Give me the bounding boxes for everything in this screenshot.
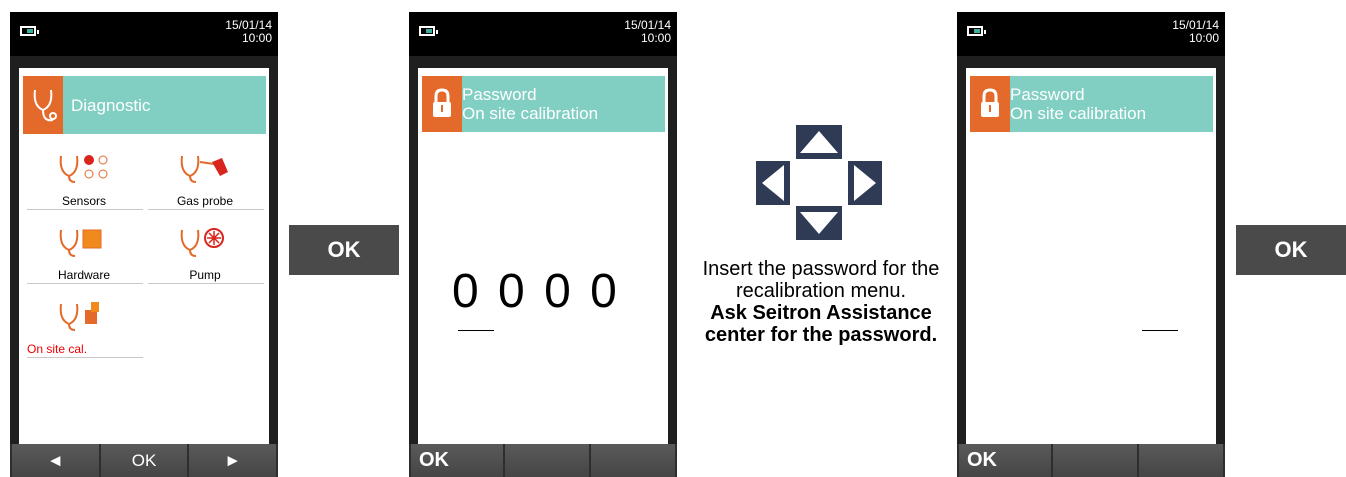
time-text: 10:00 [1188, 31, 1219, 45]
page-title: Password [1010, 85, 1085, 104]
status-bar: 15/01/14 10:00 [10, 12, 278, 56]
page-title: Password [462, 85, 537, 104]
menu-item-label: On site cal. [27, 342, 88, 356]
battery-icon [967, 26, 986, 36]
navigation-arrows [756, 125, 882, 240]
divider [27, 357, 143, 358]
screen: Password On site calibration 0 0 0 0 [418, 68, 668, 444]
device-password-empty: 15/01/14 10:00 Password On site calibrat… [957, 12, 1225, 477]
instruction-text: Insert the password for the recalibratio… [695, 258, 947, 346]
divider [27, 209, 143, 210]
softkey-empty[interactable] [505, 444, 589, 477]
lock-icon [422, 76, 462, 132]
divider [148, 283, 264, 284]
time-text: 10:00 [640, 31, 671, 45]
battery-icon [419, 26, 438, 36]
page-title: Diagnostic [71, 96, 151, 115]
softkey-bar: OK [409, 444, 677, 477]
ok-button[interactable]: OK [289, 225, 399, 275]
datetime: 15/01/14 10:00 [225, 19, 272, 45]
status-bar: 15/01/14 10:00 [957, 12, 1225, 56]
datetime: 15/01/14 10:00 [1172, 19, 1219, 45]
menu-header: Password On site calibration [422, 76, 665, 132]
datetime: 15/01/14 10:00 [624, 19, 671, 45]
menu-item-gas-probe[interactable]: Gas probe [146, 152, 264, 210]
password-digits[interactable]: 0 0 0 0 [452, 264, 620, 319]
hardware-icon [59, 229, 102, 257]
gas-probe-icon [180, 155, 228, 183]
menu-item-label: Hardware [57, 268, 111, 282]
digit-cursor [458, 330, 494, 331]
divider [148, 209, 264, 210]
menu-item-hardware[interactable]: Hardware [25, 226, 143, 284]
status-bar: 15/01/14 10:00 [409, 12, 677, 56]
arrow-down-icon [796, 206, 842, 240]
menu-item-sensors[interactable]: Sensors [25, 152, 143, 210]
softkey-empty[interactable] [1053, 444, 1137, 477]
instruction-bold: Ask Seitron Assistance center for the pa… [704, 302, 938, 346]
instruction-line: Insert the password for the recalibratio… [702, 258, 940, 302]
device-diagnostic: 15/01/14 10:00 Diagnostic Sensors Gas pr… [10, 12, 278, 477]
softkey-bar: ◄ OK ► [10, 444, 278, 477]
softkey-ok[interactable]: OK [959, 444, 1051, 477]
arrow-right-icon [848, 161, 882, 205]
menu-item-pump[interactable]: Pump [146, 226, 264, 284]
softkey-bar: OK [957, 444, 1225, 477]
menu-item-on-site-cal[interactable]: On site cal. [25, 300, 143, 358]
arrow-left-icon [756, 161, 790, 205]
menu-header: Password On site calibration [970, 76, 1213, 132]
menu-item-label: Pump [189, 268, 221, 282]
menu-header: Diagnostic [23, 76, 266, 134]
softkey-right[interactable]: ► [189, 444, 277, 477]
menu-item-label: Gas probe [176, 194, 234, 208]
stethoscope-icon [23, 76, 63, 134]
sensors-icon [59, 155, 108, 183]
softkey-ok[interactable]: OK [411, 444, 503, 477]
softkey-ok[interactable]: OK [100, 444, 188, 477]
softkey-empty[interactable] [1139, 444, 1223, 477]
lock-icon [970, 76, 1010, 132]
page-subtitle: On site calibration [1010, 104, 1147, 123]
device-password: 15/01/14 10:00 Password On site calibrat… [409, 12, 677, 477]
battery-icon [20, 26, 39, 36]
screen: Password On site calibration [966, 68, 1216, 444]
on-site-cal-icon [59, 302, 99, 331]
softkey-empty[interactable] [591, 444, 675, 477]
digit-cursor[interactable] [1142, 330, 1178, 331]
menu-item-label: Sensors [61, 194, 107, 208]
screen: Diagnostic Sensors Gas probe Hardware Pu… [19, 68, 269, 444]
softkey-left[interactable]: ◄ [12, 444, 99, 477]
divider [27, 283, 143, 284]
time-text: 10:00 [241, 31, 272, 45]
pump-icon [180, 228, 224, 257]
ok-button[interactable]: OK [1236, 225, 1346, 275]
arrow-up-icon [796, 125, 842, 159]
page-subtitle: On site calibration [462, 104, 599, 123]
